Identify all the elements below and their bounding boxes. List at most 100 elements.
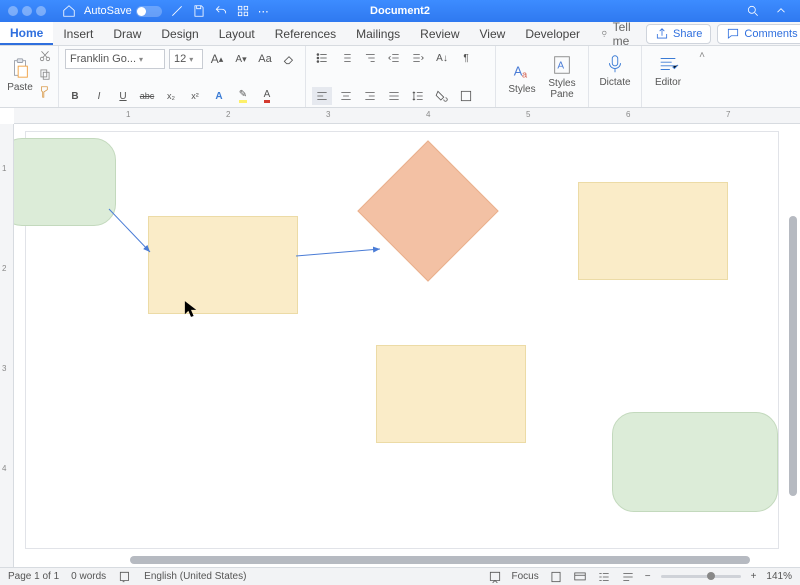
terminator-shape[interactable] (14, 138, 116, 226)
tab-developer[interactable]: Developer (515, 22, 590, 45)
collapse-ribbon-button[interactable]: ˄ (694, 46, 710, 107)
shading-button[interactable] (432, 87, 452, 105)
editor-button[interactable]: Editor (648, 49, 688, 92)
chevron-down-icon: ▾ (139, 55, 143, 64)
grid-icon[interactable] (236, 4, 250, 18)
line-spacing-button[interactable] (408, 87, 428, 105)
borders-button[interactable] (456, 87, 476, 105)
autosave-toggle[interactable]: AutoSave (84, 5, 162, 17)
more-icon[interactable]: ⋯ (258, 5, 269, 18)
window-controls[interactable] (0, 6, 46, 16)
process-shape[interactable] (578, 182, 728, 280)
indent-left-button[interactable] (384, 49, 404, 67)
sort-button[interactable]: A↓ (432, 49, 452, 67)
scrollbar-thumb[interactable] (130, 556, 750, 564)
language-indicator[interactable]: English (United States) (144, 571, 246, 582)
zoom-out-button[interactable]: − (645, 571, 651, 582)
tab-mailings[interactable]: Mailings (346, 22, 410, 45)
tab-design[interactable]: Design (151, 22, 208, 45)
process-shape[interactable] (148, 216, 298, 314)
cut-icon[interactable] (38, 49, 52, 63)
zoom-slider[interactable] (661, 575, 741, 578)
undo-icon[interactable] (214, 4, 228, 18)
tab-home[interactable]: Home (0, 22, 53, 45)
hide-ribbon-icon[interactable] (774, 4, 788, 18)
page-indicator[interactable]: Page 1 of 1 (8, 571, 59, 582)
ribbon: Paste Franklin Go...▾ 12▾ A▴ A▾ Aa B I U… (0, 46, 800, 108)
dictate-button[interactable]: Dictate (595, 49, 635, 92)
line-tool-icon[interactable] (170, 4, 184, 18)
tab-review[interactable]: Review (410, 22, 469, 45)
scrollbar-thumb[interactable] (789, 216, 797, 496)
show-marks-button[interactable]: ¶ (456, 49, 476, 67)
ruler-tick: 4 (426, 110, 430, 119)
styles-button[interactable]: Aa Styles (502, 49, 542, 105)
save-icon[interactable] (192, 4, 206, 18)
italic-button[interactable]: I (89, 87, 109, 105)
accessibility-icon[interactable] (488, 570, 502, 584)
text-effects-button[interactable]: A (209, 87, 229, 105)
tab-insert[interactable]: Insert (53, 22, 103, 45)
shrink-font-button[interactable]: A▾ (231, 50, 251, 68)
align-left-button[interactable] (312, 87, 332, 105)
web-layout-icon[interactable] (573, 570, 587, 584)
superscript-button[interactable]: x² (185, 87, 205, 105)
subscript-button[interactable]: x₂ (161, 87, 181, 105)
indent-right-button[interactable] (408, 49, 428, 67)
ruler-horizontal[interactable]: 1 2 3 4 5 6 7 (14, 108, 800, 124)
grow-font-button[interactable]: A▴ (207, 50, 227, 68)
paste-button[interactable]: Paste (6, 55, 34, 93)
arrow-connector[interactable] (109, 209, 150, 252)
horizontal-scrollbar[interactable] (130, 556, 778, 565)
share-button[interactable]: Share (646, 24, 711, 44)
comments-button[interactable]: Comments (717, 24, 800, 44)
change-case-button[interactable]: Aa (255, 50, 275, 68)
draft-view-icon[interactable] (621, 570, 635, 584)
focus-mode[interactable]: Focus (512, 571, 539, 582)
tab-references[interactable]: References (265, 22, 346, 45)
align-right-button[interactable] (360, 87, 380, 105)
styles-pane-button[interactable]: A Styles Pane (542, 49, 582, 105)
zoom-knob[interactable] (707, 572, 715, 580)
bold-button[interactable]: B (65, 87, 85, 105)
tab-view[interactable]: View (470, 22, 516, 45)
home-icon[interactable] (62, 4, 76, 18)
font-color-button[interactable]: A (257, 87, 277, 105)
align-center-button[interactable] (336, 87, 356, 105)
chevron-down-icon: ▾ (189, 55, 193, 64)
justify-button[interactable] (384, 87, 404, 105)
underline-button[interactable]: U (113, 87, 133, 105)
tab-layout[interactable]: Layout (209, 22, 265, 45)
decision-shape[interactable] (357, 140, 498, 281)
search-icon[interactable] (746, 4, 760, 18)
paragraph-group: A↓ ¶ (306, 46, 496, 107)
tell-me[interactable]: Tell me (590, 22, 646, 45)
font-name-select[interactable]: Franklin Go...▾ (65, 49, 165, 69)
outline-view-icon[interactable] (597, 570, 611, 584)
zoom-in-button[interactable]: + (751, 571, 757, 582)
font-size-select[interactable]: 12▾ (169, 49, 203, 69)
page[interactable] (26, 132, 778, 548)
document-canvas[interactable] (14, 124, 800, 567)
numbering-button[interactable] (336, 49, 356, 67)
tab-draw[interactable]: Draw (103, 22, 151, 45)
print-layout-icon[interactable] (549, 570, 563, 584)
copy-icon[interactable] (38, 67, 52, 81)
multilevel-button[interactable] (360, 49, 380, 67)
vertical-scrollbar[interactable] (789, 126, 798, 555)
highlight-button[interactable]: ✎ (233, 87, 253, 105)
bullets-button[interactable] (312, 49, 332, 67)
mic-icon (604, 53, 626, 75)
terminator-shape[interactable] (612, 412, 778, 512)
strike-button[interactable]: abc (137, 87, 157, 105)
word-count[interactable]: 0 words (71, 571, 106, 582)
spellcheck-icon[interactable] (118, 570, 132, 584)
zoom-level[interactable]: 141% (766, 571, 792, 582)
format-painter-icon[interactable] (38, 85, 52, 99)
comment-icon (726, 27, 740, 41)
process-shape[interactable] (376, 345, 526, 443)
ruler-vertical[interactable]: 1 2 3 4 (0, 124, 14, 567)
clear-format-button[interactable] (279, 50, 299, 68)
arrow-connector[interactable] (296, 249, 380, 256)
toggle-off-icon[interactable] (136, 6, 162, 17)
